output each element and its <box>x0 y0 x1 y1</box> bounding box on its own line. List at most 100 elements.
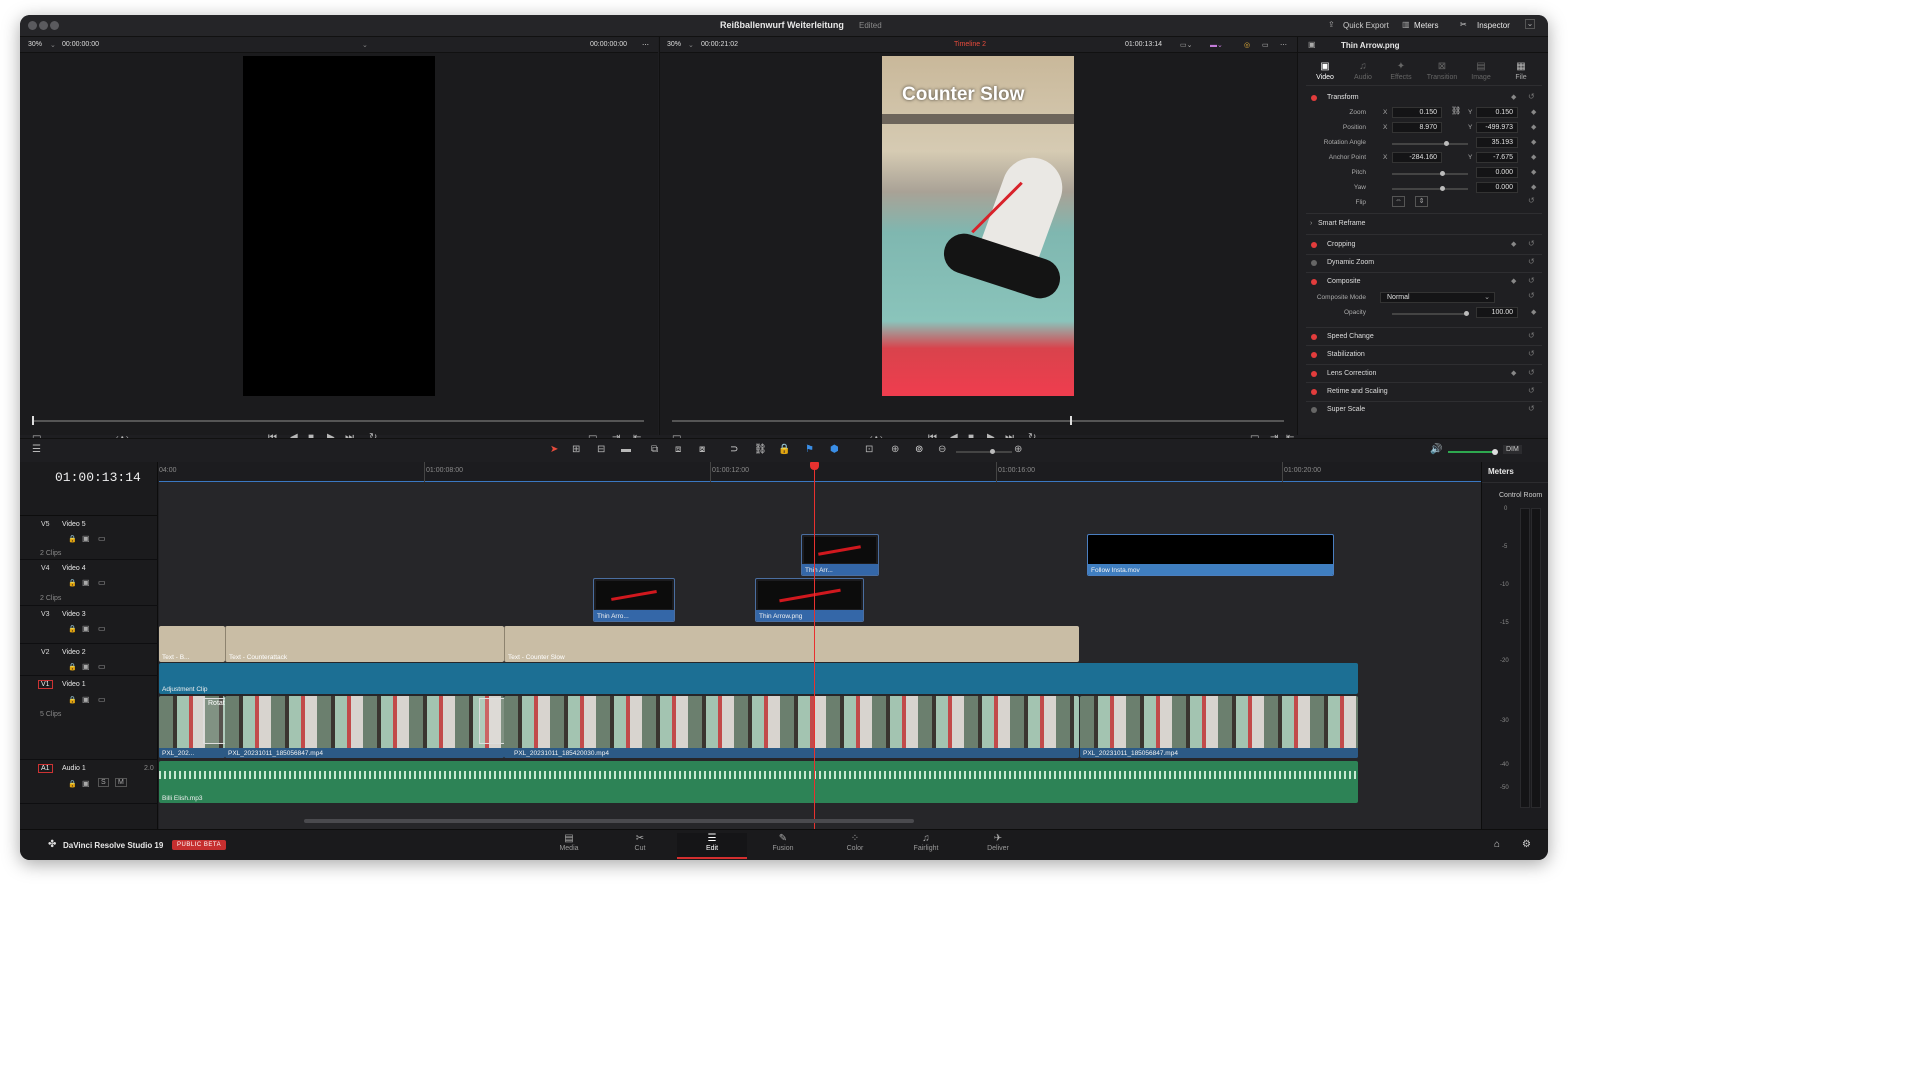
speed-change-enable-toggle[interactable] <box>1311 334 1317 340</box>
dynamic-zoom-enable-toggle[interactable] <box>1311 260 1317 266</box>
zoom-detail-icon[interactable]: ⊕ <box>891 445 899 455</box>
collapse-icon[interactable]: ⌄ <box>1525 19 1535 29</box>
keyframe-diamond-icon[interactable]: ◆ <box>1531 153 1536 161</box>
track-id[interactable]: V3 <box>38 610 53 619</box>
keyframe-diamond-icon[interactable]: ◆ <box>1531 308 1536 316</box>
lens-correction-section-header[interactable]: Lens Correction ◆ ↺ <box>1298 365 1548 383</box>
opacity-field[interactable]: 100.00 <box>1476 307 1518 318</box>
anchor-y-field[interactable]: -7.675 <box>1476 152 1518 163</box>
track-id[interactable]: V1 <box>38 680 53 689</box>
pitch-field[interactable]: 0.000 <box>1476 167 1518 178</box>
transform-enable-toggle[interactable] <box>1311 95 1317 101</box>
flip-horizontal-icon[interactable]: ⇔ <box>1392 196 1405 207</box>
clip-adjustment[interactable]: Adjustment Clip <box>159 663 1358 694</box>
super-scale-enable-toggle[interactable] <box>1311 407 1317 413</box>
cropping-section-header[interactable]: Cropping ◆ ↺ <box>1298 236 1548 254</box>
timeline-ruler[interactable]: 04:00 01:00:08:00 01:00:12:00 01:00:16:0… <box>159 462 1481 482</box>
track-id[interactable]: V5 <box>38 520 53 529</box>
tab-video[interactable]: ▣ Video <box>1310 56 1340 82</box>
volume-slider[interactable] <box>1448 451 1494 453</box>
page-fusion[interactable]: ✎ Fusion <box>753 833 813 859</box>
tab-image[interactable]: ▤ Image <box>1466 56 1496 82</box>
more-options-icon[interactable]: ⋯ <box>642 41 649 49</box>
opacity-slider[interactable] <box>1392 311 1469 316</box>
track-name[interactable]: Video 4 <box>62 565 86 572</box>
auto-select-icon[interactable]: ▣ <box>82 779 90 788</box>
auto-select-icon[interactable]: ▣ <box>82 695 90 704</box>
more-options-icon[interactable]: ⋯ <box>1280 41 1287 49</box>
reset-icon[interactable]: ↺ <box>1528 196 1535 205</box>
insert-clip-icon[interactable]: ⧉ <box>651 445 658 455</box>
reset-icon[interactable]: ↺ <box>1528 239 1535 248</box>
pitch-slider-knob[interactable] <box>1440 171 1445 176</box>
auto-select-icon[interactable]: ▣ <box>82 662 90 671</box>
track-name[interactable]: Video 3 <box>62 611 86 618</box>
minimize-window-button[interactable] <box>39 21 48 30</box>
clip-color-icon[interactable]: ▬⌄ <box>1210 41 1223 49</box>
timeline-zoom[interactable]: 30% <box>667 41 681 48</box>
reset-icon[interactable]: ↺ <box>1528 349 1535 358</box>
track-header-v3[interactable]: V3 Video 3 🔒 ▣ ▭ <box>20 606 158 644</box>
clip-v1-2[interactable]: PXL_20231011_185056847.mp4 <box>225 696 504 758</box>
zoom-full-icon[interactable]: ⊡ <box>865 445 873 455</box>
timeline-horizontal-scrollbar[interactable] <box>304 819 914 823</box>
track-id[interactable]: V2 <box>38 648 53 657</box>
zoom-custom-icon[interactable]: ⊚ <box>915 445 923 455</box>
smart-reframe-header[interactable]: › Smart Reframe <box>1298 215 1548 233</box>
clip-audio-billie[interactable]: Billi Elish.mp3 <box>159 761 1358 803</box>
tab-transition[interactable]: ⊠ Transition <box>1424 56 1460 82</box>
inspector-layout-icon[interactable]: ▣ <box>1308 40 1316 49</box>
lock-icon[interactable]: 🔒 <box>68 535 77 543</box>
retime-scaling-enable-toggle[interactable] <box>1311 389 1317 395</box>
timeline-view-options-icon[interactable]: ☰ <box>32 445 41 455</box>
quick-export-button[interactable]: Quick Export <box>1343 21 1389 30</box>
snapping-icon[interactable]: ⊃ <box>730 445 738 455</box>
reset-icon[interactable]: ↺ <box>1528 276 1535 285</box>
track-enable-icon[interactable]: ▭ <box>98 662 106 671</box>
reset-icon[interactable]: ↺ <box>1528 386 1535 395</box>
track-id[interactable]: V4 <box>38 564 53 573</box>
page-color[interactable]: ⁘ Color <box>825 833 885 859</box>
source-playhead[interactable] <box>32 416 34 425</box>
page-fairlight[interactable]: ♫ Fairlight <box>896 833 956 859</box>
source-scrubber[interactable] <box>32 420 644 422</box>
track-enable-icon[interactable]: ▭ <box>98 695 106 704</box>
position-lock-icon[interactable]: 🔒 <box>778 445 790 455</box>
link-icon[interactable]: ⛓ <box>1451 106 1461 115</box>
keyframe-diamond-icon[interactable]: ◆ <box>1511 277 1516 285</box>
settings-gear-icon[interactable]: ⚙ <box>1522 839 1531 850</box>
timeline-playhead[interactable] <box>814 462 815 829</box>
chevron-down-icon[interactable]: ⌄ <box>50 41 56 49</box>
stabilization-enable-toggle[interactable] <box>1311 352 1317 358</box>
timeline-zoom-slider[interactable] <box>956 449 1012 454</box>
track-name[interactable]: Video 5 <box>62 521 86 528</box>
trim-tool-icon[interactable]: ⊞ <box>572 445 580 455</box>
stabilization-section-header[interactable]: Stabilization ↺ <box>1298 346 1548 364</box>
zoom-x-field[interactable]: 0.150 <box>1392 107 1442 118</box>
clip-thin-arrow-v4-1[interactable]: Thin Arro... <box>593 578 675 622</box>
zoom-in-icon[interactable]: ⊕ <box>1014 445 1022 455</box>
reset-icon[interactable]: ↺ <box>1528 404 1535 413</box>
composite-section-header[interactable]: Composite ◆ ↺ <box>1298 273 1548 291</box>
clip-picker-chevron-icon[interactable]: ⌄ <box>362 41 368 49</box>
track-enable-icon[interactable]: ▭ <box>98 624 106 633</box>
reset-icon[interactable]: ↺ <box>1528 257 1535 266</box>
lock-icon[interactable]: 🔒 <box>68 780 77 788</box>
keyframe-diamond-icon[interactable]: ◆ <box>1531 138 1536 146</box>
timeline-scrubber[interactable] <box>672 420 1284 422</box>
track-header-v5[interactable]: V5 Video 5 🔒 ▣ ▭ 2 Clips <box>20 516 158 560</box>
clip-thin-arrow-v4-2[interactable]: Thin Arrow.png <box>755 578 864 622</box>
timeline-name[interactable]: Timeline 2 <box>954 41 986 48</box>
meters-button[interactable]: Meters <box>1414 21 1438 30</box>
lens-correction-enable-toggle[interactable] <box>1311 371 1317 377</box>
inspector-button[interactable]: Inspector <box>1477 21 1510 30</box>
replace-clip-icon[interactable]: ⧇ <box>699 445 705 455</box>
inspector-icon[interactable]: ✂ <box>1460 20 1467 29</box>
keyframe-diamond-icon[interactable]: ◆ <box>1511 240 1516 248</box>
auto-select-icon[interactable]: ▣ <box>82 534 90 543</box>
source-zoom[interactable]: 30% <box>28 41 42 48</box>
speed-change-section-header[interactable]: Speed Change ↺ <box>1298 328 1548 346</box>
track-name[interactable]: Video 2 <box>62 649 86 656</box>
clip-text-counter-slow[interactable]: Text - Counter Slow <box>504 626 1079 662</box>
linked-selection-icon[interactable]: ⛓ <box>754 445 767 455</box>
